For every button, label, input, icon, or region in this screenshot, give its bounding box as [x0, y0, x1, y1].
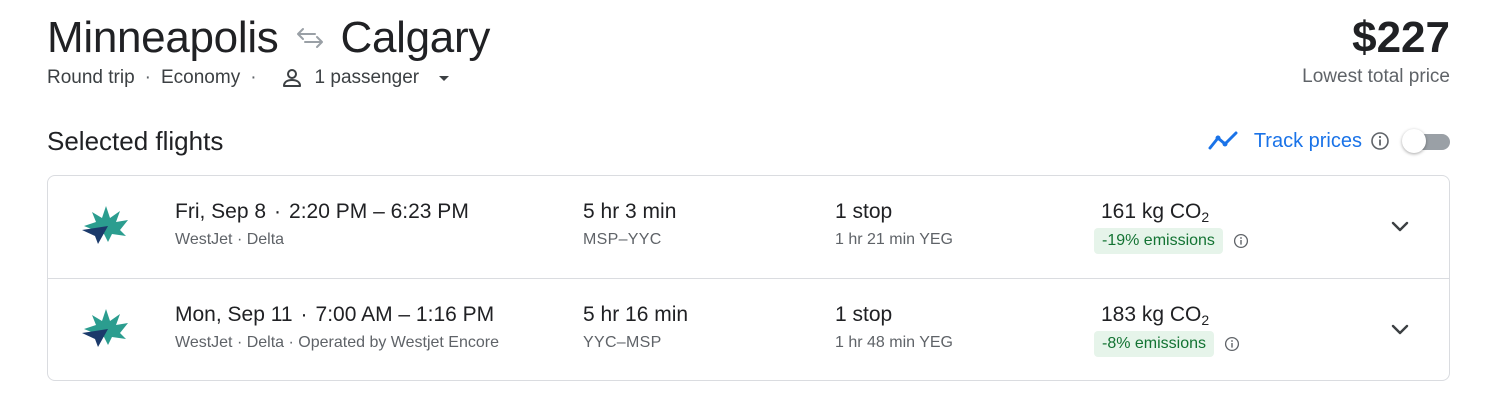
flight-time-range: 7:00 AM – 1:16 PM	[315, 303, 495, 326]
emissions-badge: -8% emissions	[1094, 331, 1215, 357]
flight-airports: MSP–YYC	[583, 231, 662, 248]
co2-amount: 161 kg CO2	[1101, 200, 1209, 225]
toggle-knob	[1402, 129, 1426, 153]
passenger-selector[interactable]: 1 passenger	[281, 67, 452, 89]
westjet-logo-icon	[82, 309, 128, 347]
selected-flights-card: Fri, Sep 8 · 2:20 PM – 6:23 PM WestJet · D…	[47, 175, 1450, 381]
section-title: Selected flights	[47, 126, 224, 156]
co2-value: 183 kg CO	[1101, 303, 1202, 326]
flight-airlines: WestJet · Delta	[175, 231, 285, 248]
track-prices-toggle[interactable]	[1402, 128, 1450, 154]
origin-city: Minneapolis	[47, 13, 279, 62]
co2-amount: 183 kg CO2	[1101, 303, 1209, 328]
flight-date: Fri, Sep 8	[175, 200, 267, 223]
destination-city: Calgary	[340, 13, 491, 62]
flight-row-return[interactable]: Mon, Sep 11 · 7:00 AM – 1:16 PM WestJet · …	[48, 278, 1449, 380]
flight-times: Mon, Sep 11 · 7:00 AM – 1:16 PM	[175, 303, 494, 327]
cabin-class: Economy	[161, 67, 241, 88]
flight-row-outbound[interactable]: Fri, Sep 8 · 2:20 PM – 6:23 PM WestJet · D…	[48, 176, 1449, 278]
flight-airlines: WestJet · Delta · Operated by Westjet En…	[175, 334, 499, 351]
flight-stops: 1 stop	[835, 303, 893, 326]
person-icon	[282, 69, 301, 87]
price-label: Lowest total price	[1302, 66, 1450, 87]
info-icon[interactable]	[1370, 131, 1390, 151]
passenger-count: 1 passenger	[314, 67, 420, 88]
separator-dot: ·	[250, 67, 257, 88]
separator-dot: ·	[144, 67, 151, 88]
trip-type: Round trip	[47, 67, 135, 88]
track-prices-label[interactable]: Track prices	[1254, 130, 1362, 153]
co2-subscript: 2	[1201, 209, 1210, 225]
flight-duration: 5 hr 3 min	[583, 200, 677, 223]
caret-down-icon	[439, 76, 450, 81]
chevron-down-icon[interactable]	[1388, 214, 1412, 238]
chevron-down-icon[interactable]	[1388, 317, 1412, 341]
flight-times: Fri, Sep 8 · 2:20 PM – 6:23 PM	[175, 200, 469, 224]
separator-dot: ·	[300, 303, 308, 326]
info-icon[interactable]	[1224, 336, 1240, 352]
flight-date: Mon, Sep 11	[175, 303, 293, 326]
separator-dot: ·	[274, 200, 282, 223]
westjet-logo-icon	[82, 206, 128, 244]
flight-layover: 1 hr 48 min YEG	[835, 334, 953, 351]
info-icon[interactable]	[1233, 233, 1249, 249]
flight-layover: 1 hr 21 min YEG	[835, 231, 953, 248]
co2-subscript: 2	[1201, 312, 1210, 328]
trend-line-icon	[1208, 131, 1238, 150]
emissions-info: -8% emissions	[1094, 331, 1240, 357]
co2-value: 161 kg CO	[1101, 200, 1202, 223]
total-price: $227	[1352, 13, 1450, 62]
flight-stops: 1 stop	[835, 200, 893, 223]
flight-duration: 5 hr 16 min	[583, 303, 689, 326]
track-prices: Track prices	[1208, 124, 1450, 158]
trip-options: Round trip · Economy · 1 passenger	[47, 66, 451, 90]
flight-time-range: 2:20 PM – 6:23 PM	[289, 200, 469, 223]
emissions-badge: -19% emissions	[1094, 228, 1223, 254]
flight-summary-page: Minneapolis Calgary Round trip · Economy…	[0, 0, 1500, 411]
swap-arrows-icon	[295, 27, 325, 49]
route-title: Minneapolis Calgary	[47, 12, 490, 64]
flight-airports: YYC–MSP	[583, 334, 662, 351]
emissions-info: -19% emissions	[1094, 228, 1249, 254]
